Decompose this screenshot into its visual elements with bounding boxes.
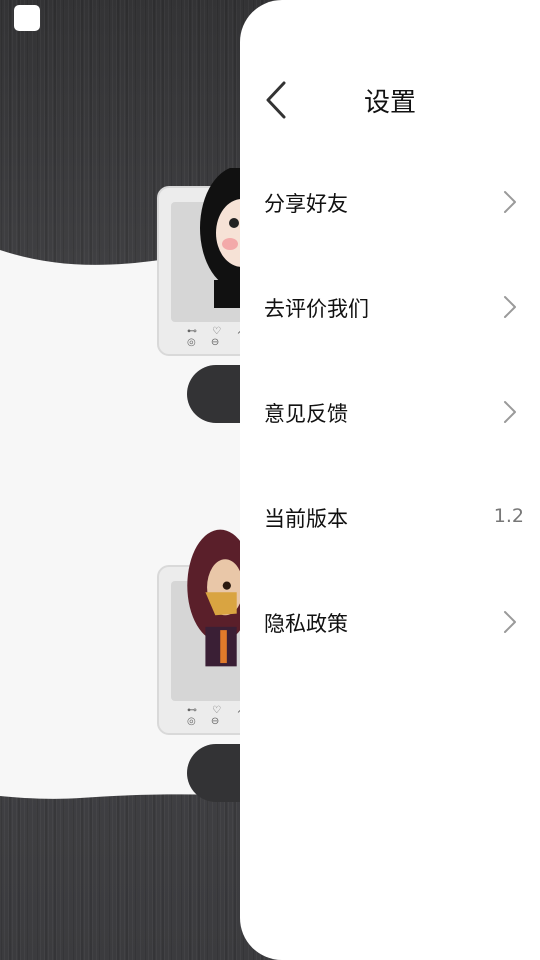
version-value: 1.2 xyxy=(493,505,524,527)
settings-item-label: 分享好友 xyxy=(264,192,348,216)
settings-item-share-friends[interactable]: 分享好友 xyxy=(240,150,540,255)
settings-list: 分享好友 去评价我们 意见反馈 当前版本 1.2 隐私政策 xyxy=(240,150,540,675)
menu-checkbox[interactable] xyxy=(14,5,40,31)
settings-item-label: 意见反馈 xyxy=(264,402,348,426)
settings-item-privacy-policy[interactable]: 隐私政策 xyxy=(240,570,540,675)
chevron-right-icon xyxy=(504,401,516,423)
settings-item-label: 隐私政策 xyxy=(264,612,348,636)
settings-drawer: 设置 分享好友 去评价我们 意见反馈 当前版本 1.2 隐私政策 xyxy=(240,0,540,960)
settings-item-label: 当前版本 xyxy=(264,507,348,531)
chevron-right-icon xyxy=(504,611,516,633)
drawer-title: 设置 xyxy=(363,88,416,118)
settings-item-rate-us[interactable]: 去评价我们 xyxy=(240,255,540,360)
chevron-right-icon xyxy=(504,296,516,318)
settings-item-label: 去评价我们 xyxy=(264,297,369,321)
cartoon-hooded-girl-avatar-icon xyxy=(187,529,242,667)
drawer-header: 设置 xyxy=(240,70,540,130)
settings-item-feedback[interactable]: 意见反馈 xyxy=(240,360,540,465)
chevron-right-icon xyxy=(504,191,516,213)
settings-item-current-version: 当前版本 1.2 xyxy=(240,465,540,570)
